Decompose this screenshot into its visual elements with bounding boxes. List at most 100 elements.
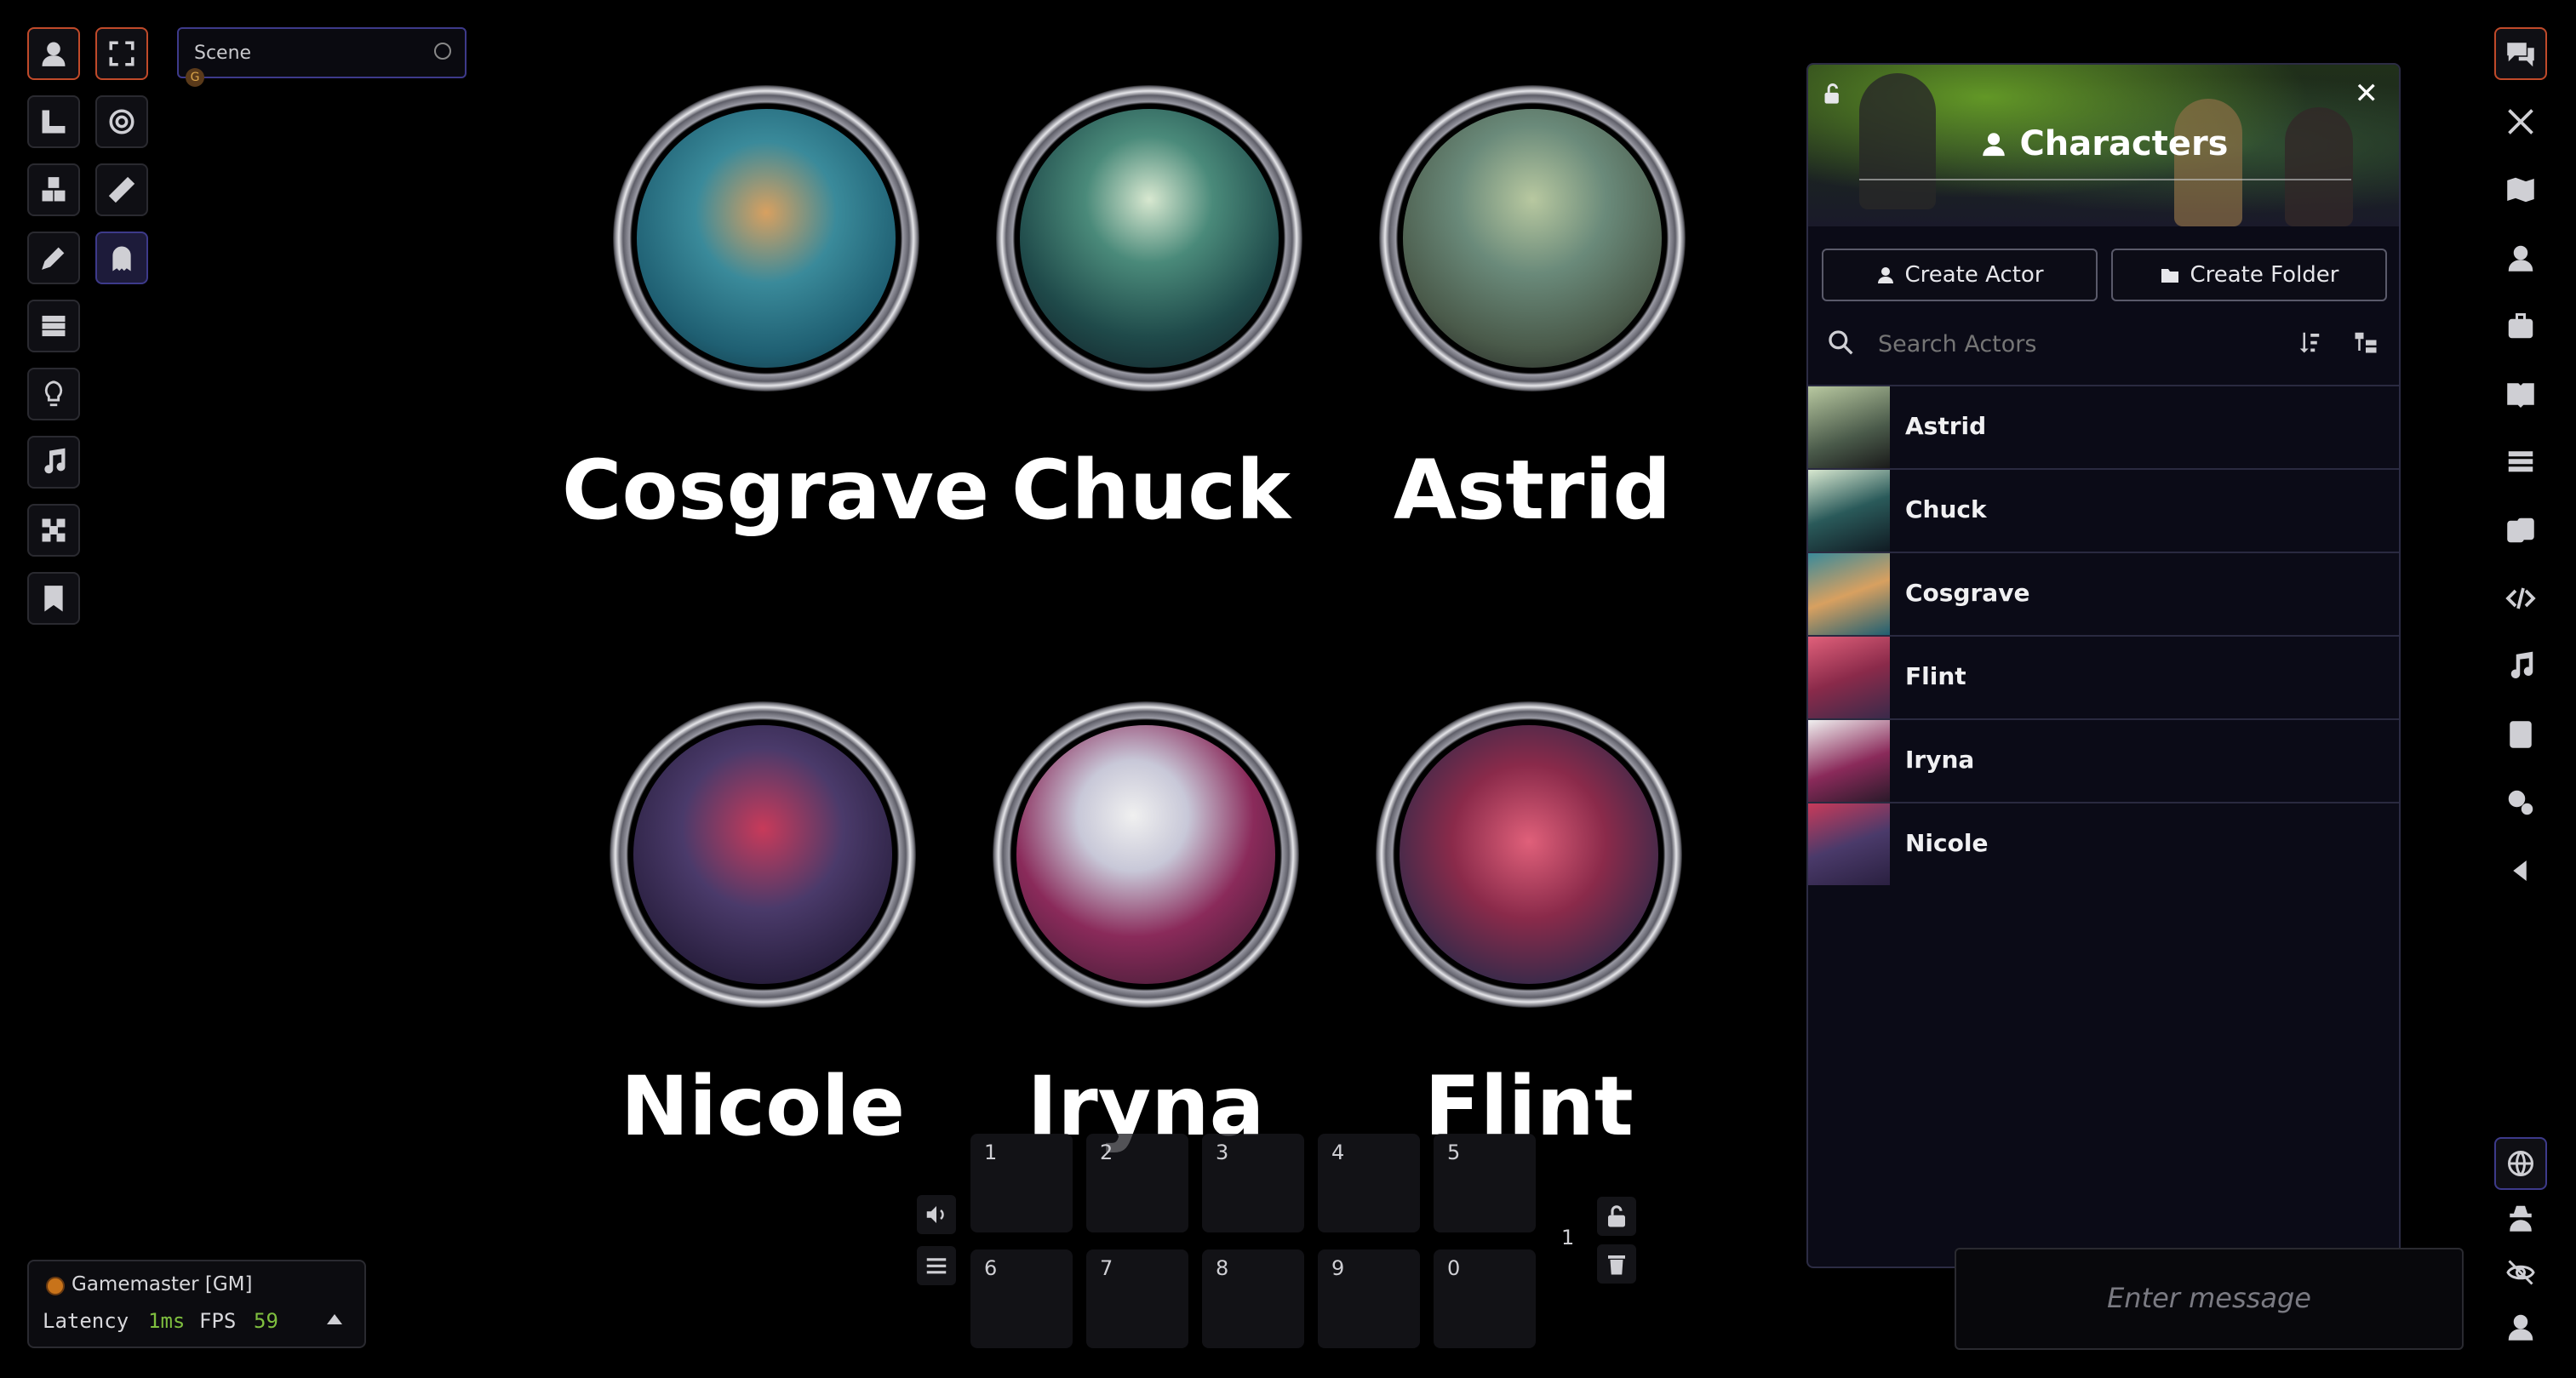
latency-value: 1ms — [148, 1309, 186, 1333]
user-icon — [2508, 1314, 2533, 1341]
region-controls-button[interactable] — [27, 504, 80, 557]
target-icon — [109, 109, 135, 134]
target-tool-button[interactable] — [95, 95, 148, 148]
create-folder-label: Create Folder — [2190, 262, 2339, 288]
hotbar-lock-button[interactable] — [1597, 1197, 1636, 1236]
sort-icon[interactable] — [2297, 329, 2322, 355]
token-portrait-cosgrave[interactable] — [613, 85, 919, 392]
menu-icon — [926, 1258, 947, 1274]
actors-tab-button[interactable] — [2494, 232, 2547, 284]
wall-controls-button[interactable] — [27, 300, 80, 352]
wall-icon — [42, 315, 66, 337]
hotbar-mute-button[interactable] — [917, 1195, 956, 1234]
sound-controls-button[interactable] — [27, 436, 80, 489]
items-tab-button[interactable] — [2494, 300, 2547, 352]
ghost-tool-button[interactable] — [95, 232, 148, 284]
collapse-folders-icon[interactable] — [2353, 329, 2379, 355]
tile-controls-button[interactable] — [27, 163, 80, 216]
hotbar-slot-number: 1 — [984, 1141, 998, 1164]
actor-list-item[interactable]: Flint — [1808, 635, 2399, 718]
create-folder-button[interactable]: Create Folder — [2111, 249, 2387, 301]
hotbar-slot[interactable]: 6 — [970, 1249, 1073, 1348]
tables-tab-button[interactable] — [2494, 436, 2547, 489]
notes-controls-button[interactable] — [27, 572, 80, 625]
chat-message-field[interactable]: Enter message — [1955, 1248, 2464, 1350]
token-portrait-nicole[interactable] — [610, 701, 916, 1008]
actor-list-item[interactable]: Astrid — [1808, 385, 2399, 468]
chat-mode-self-button[interactable] — [2494, 1301, 2547, 1353]
hotbar-slot-number: 6 — [984, 1256, 998, 1280]
token-portrait-flint[interactable] — [1376, 701, 1682, 1008]
hotbar-slot[interactable]: 4 — [1318, 1134, 1420, 1232]
chat-mode-gm-button[interactable] — [2494, 1192, 2547, 1244]
music-icon — [44, 448, 66, 474]
hotbar-slot[interactable]: 0 — [1434, 1249, 1536, 1348]
settings-tab-button[interactable] — [2494, 776, 2547, 829]
hotbar-slot[interactable]: 7 — [1086, 1249, 1188, 1348]
create-actor-label: Create Actor — [1904, 262, 2044, 288]
actor-list-item[interactable]: Chuck — [1808, 468, 2399, 552]
token-portrait-iryna[interactable] — [993, 701, 1299, 1008]
select-tool-button[interactable] — [95, 27, 148, 80]
cards-icon — [2507, 517, 2534, 543]
music-icon — [2510, 651, 2533, 678]
hotbar-page-number: 1 — [1561, 1226, 1575, 1249]
hotbar-slot[interactable]: 9 — [1318, 1249, 1420, 1348]
chat-mode-public-button[interactable] — [2494, 1137, 2547, 1190]
ruler-tool-button[interactable] — [95, 163, 148, 216]
cards-tab-button[interactable] — [2494, 504, 2547, 557]
measure-controls-button[interactable] — [27, 95, 80, 148]
token-portrait-astrid[interactable] — [1379, 85, 1686, 392]
hotbar-clear-button[interactable] — [1597, 1244, 1636, 1284]
hotbar-slot-number: 4 — [1331, 1141, 1345, 1164]
swords-icon — [2508, 109, 2533, 134]
players-expand-icon[interactable] — [327, 1314, 342, 1324]
ruler-icon — [42, 110, 66, 134]
actor-list-item[interactable]: Nicole — [1808, 802, 2399, 885]
actor-name: Nicole — [1905, 829, 1989, 857]
actor-thumbnail — [1808, 720, 1890, 802]
latency-label: Latency — [43, 1309, 129, 1333]
actor-list-item[interactable]: Cosgrave — [1808, 552, 2399, 635]
hotbar-menu-button[interactable] — [917, 1246, 956, 1285]
hotbar-slot[interactable]: 1 — [970, 1134, 1073, 1232]
panel-lock-icon[interactable] — [1822, 82, 1846, 106]
volume-icon — [926, 1206, 944, 1223]
combat-tab-button[interactable] — [2494, 95, 2547, 148]
atlas-icon — [2510, 721, 2532, 748]
token-controls-button[interactable] — [27, 27, 80, 80]
token-portrait-chuck[interactable] — [996, 85, 1302, 392]
hotbar-slot-number: 3 — [1216, 1141, 1229, 1164]
panel-title-row: Characters — [1808, 124, 2399, 163]
panel-close-icon[interactable]: ✕ — [2355, 77, 2379, 111]
fps-label: FPS — [199, 1309, 237, 1333]
drawing-controls-button[interactable] — [27, 232, 80, 284]
map-icon — [2507, 177, 2534, 203]
hotbar-slot-number: 5 — [1447, 1141, 1461, 1164]
macros-tab-button[interactable] — [2494, 572, 2547, 625]
playlists-tab-button[interactable] — [2494, 640, 2547, 693]
hotbar-slot[interactable]: 5 — [1434, 1134, 1536, 1232]
globe-icon — [2508, 1151, 2533, 1176]
scene-target-icon[interactable] — [434, 43, 451, 60]
search-input[interactable] — [1876, 323, 2237, 364]
chat-mode-blind-button[interactable] — [2494, 1246, 2547, 1299]
actor-name: Chuck — [1905, 495, 1987, 523]
create-actor-button[interactable]: Create Actor — [1822, 249, 2098, 301]
lighting-controls-button[interactable] — [27, 368, 80, 420]
unlock-icon — [1608, 1205, 1625, 1227]
actor-thumbnail — [1808, 803, 1890, 885]
ruler-diagonal-icon — [108, 176, 135, 203]
compendium-tab-button[interactable] — [2494, 708, 2547, 761]
hotbar-slot[interactable]: 2 — [1086, 1134, 1188, 1232]
scenes-tab-button[interactable] — [2494, 163, 2547, 216]
chat-tab-button[interactable] — [2494, 27, 2547, 80]
collapse-sidebar-button[interactable] — [2494, 844, 2547, 897]
hotbar-slot[interactable]: 8 — [1202, 1249, 1304, 1348]
actor-list-item[interactable]: Iryna — [1808, 718, 2399, 802]
hotbar-slot[interactable]: 3 — [1202, 1134, 1304, 1232]
actor-name: Astrid — [1905, 412, 1987, 440]
players-list[interactable]: Gamemaster [GM] Latency 1ms FPS 59 — [27, 1260, 366, 1348]
journal-tab-button[interactable] — [2494, 368, 2547, 420]
scene-navigation-field[interactable]: Scene G — [177, 27, 467, 87]
